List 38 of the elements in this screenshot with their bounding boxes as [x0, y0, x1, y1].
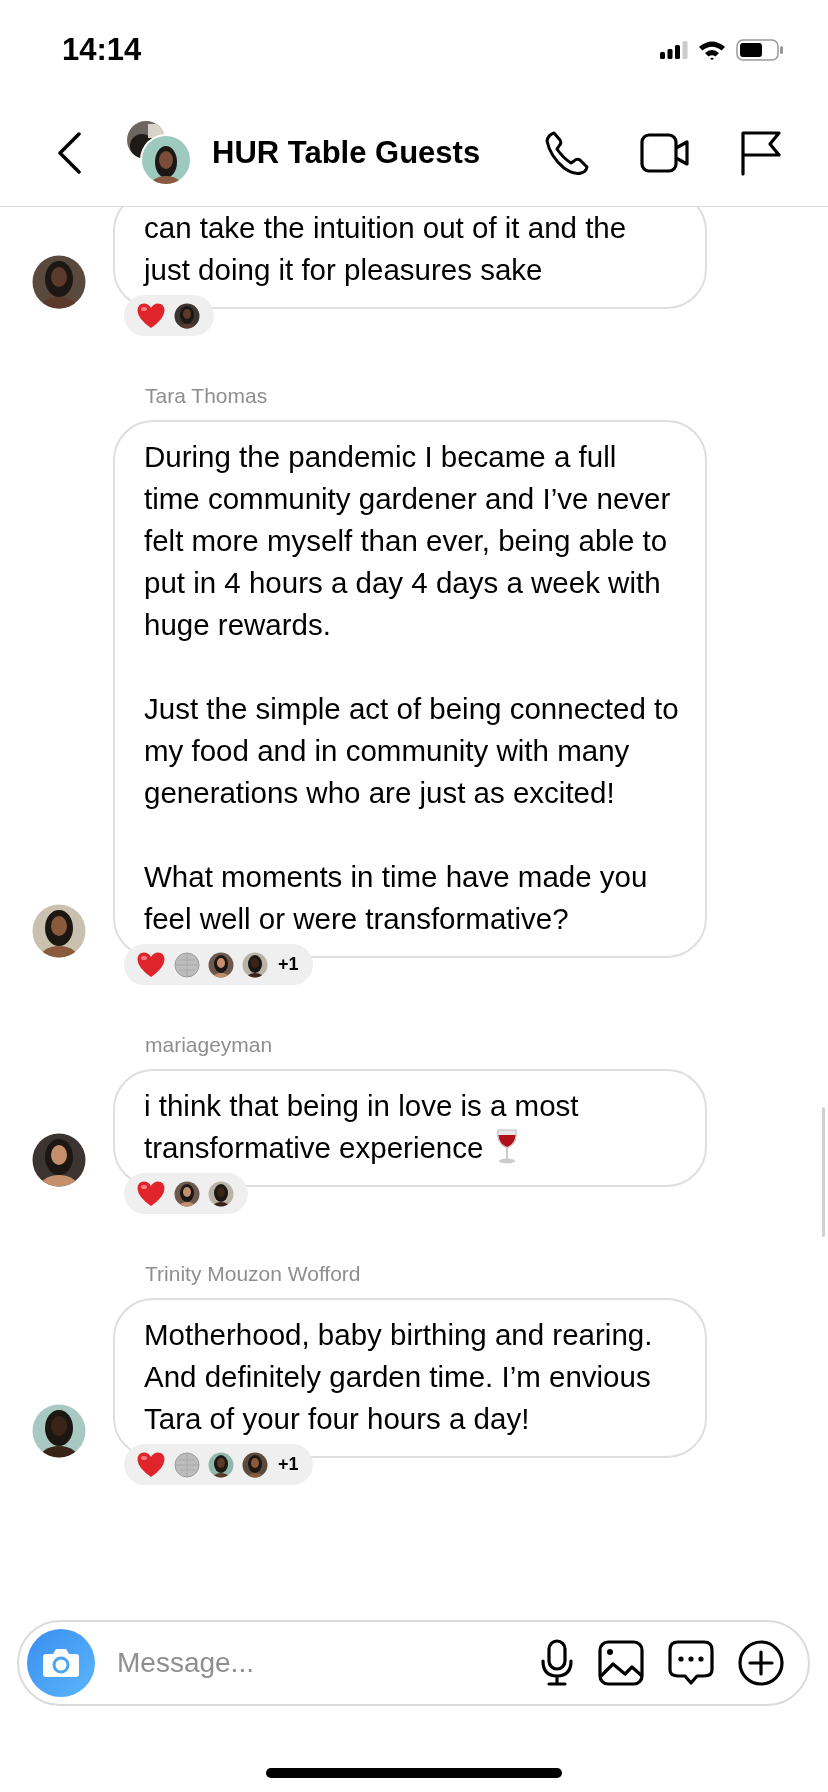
phone-icon[interactable]: [544, 130, 590, 176]
image-icon[interactable]: [598, 1640, 644, 1686]
wifi-icon: [698, 40, 726, 60]
default-avatar-icon: [174, 1451, 200, 1478]
message-text: Just the simple act of being connected to my food and in community with many generations who are just as excited!: [144, 691, 679, 811]
add-icon[interactable]: [738, 1640, 784, 1686]
reaction-bar[interactable]: +1: [124, 944, 313, 985]
reaction-bar[interactable]: +1: [124, 1444, 313, 1485]
heart-icon: [136, 1180, 166, 1207]
reaction-count: +1: [278, 1454, 299, 1475]
flag-icon[interactable]: [740, 130, 782, 176]
message-text: During the pandemic I became a full time community gardener and I’ve never felt more myself than ever, being able to put in 4 hours a day 4 days a week with huge rewards.: [144, 439, 672, 643]
back-icon[interactable]: [56, 132, 82, 174]
camera-button[interactable]: [27, 1629, 95, 1697]
default-avatar-icon: [174, 951, 200, 978]
reaction-bar[interactable]: [124, 1173, 248, 1214]
message-text: What moments in time have made you feel well or were transformative?: [144, 859, 649, 937]
wine-glass-icon: [495, 1128, 520, 1164]
message-text: i think that being in love is a most transformative experience: [144, 1088, 580, 1166]
battery-icon: [736, 39, 784, 61]
sender-name: Trinity Mouzon Wofford: [145, 1262, 362, 1286]
signal-icon: [660, 41, 688, 59]
heart-icon: [136, 1451, 166, 1478]
status-time: 14:14: [62, 32, 142, 68]
sticker-chat-icon[interactable]: [668, 1640, 714, 1686]
sender-name: mariageyman: [145, 1033, 274, 1057]
video-call-icon[interactable]: [640, 133, 690, 173]
message-input[interactable]: Message...: [115, 1646, 516, 1680]
sender-name: Tara Thomas: [145, 384, 269, 408]
heart-icon: [136, 951, 166, 978]
message-text: can take the intuition out of it and the just doing it for pleasures sake: [144, 210, 628, 288]
reaction-count: +1: [278, 954, 299, 975]
heart-icon: [136, 302, 166, 329]
message-text: Motherhood, baby birthing and rearing. And definitely garden time. I’m envious Tara of your four hours a day!: [144, 1317, 654, 1437]
reaction-bar[interactable]: [124, 295, 214, 336]
microphone-icon[interactable]: [540, 1639, 574, 1687]
chat-title[interactable]: HUR Table Guests: [212, 135, 481, 171]
camera-icon: [42, 1648, 80, 1678]
